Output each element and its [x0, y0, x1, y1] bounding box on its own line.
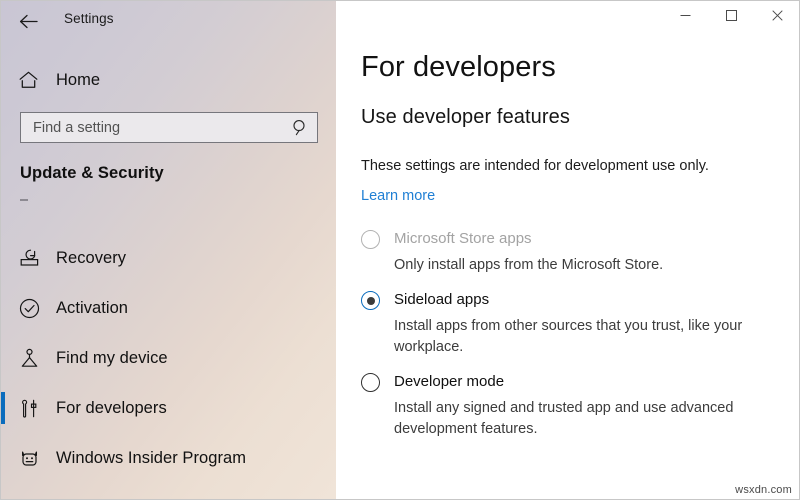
option-row[interactable]: Developer mode	[361, 372, 786, 392]
option-sideload-apps: Sideload apps Install apps from other so…	[361, 290, 786, 358]
selection-accent-bar	[1, 392, 5, 424]
selection-accent-bar	[1, 292, 5, 324]
search-icon[interactable]	[285, 119, 315, 136]
sidebar-truncated-item-dash	[20, 199, 28, 201]
back-button[interactable]	[11, 5, 45, 37]
sidebar: Settings Home Update & Security	[1, 1, 336, 499]
sidebar-item-home[interactable]: Home	[1, 63, 336, 97]
option-row[interactable]: Microsoft Store apps	[361, 229, 786, 249]
option-label: Sideload apps	[394, 291, 490, 308]
close-icon	[771, 8, 783, 26]
sidebar-item-label: Find my device	[56, 348, 168, 367]
radio-microsoft-store-apps[interactable]	[361, 230, 380, 249]
selection-accent-bar	[1, 242, 5, 274]
sidebar-item-label: Recovery	[56, 248, 127, 267]
sidebar-item-label: For developers	[56, 398, 167, 417]
sidebar-item-for-developers[interactable]: For developers	[1, 383, 336, 433]
option-description: Only install apps from the Microsoft Sto…	[394, 257, 664, 273]
sidebar-item-find-my-device[interactable]: Find my device	[1, 333, 336, 383]
sidebar-item-home-label: Home	[56, 70, 101, 89]
sidebar-section-header: Update & Security	[20, 164, 164, 182]
ninjacat-icon	[14, 448, 44, 468]
maximize-button[interactable]	[708, 1, 754, 33]
radio-developer-mode[interactable]	[361, 373, 380, 392]
option-label: Developer mode	[394, 373, 505, 390]
back-arrow-icon	[19, 14, 38, 29]
section-subheading: Use developer features	[361, 106, 570, 128]
check-circle-icon	[14, 298, 44, 319]
option-label: Microsoft Store apps	[394, 230, 532, 247]
search-box[interactable]	[20, 112, 318, 143]
main-content: For developers Use developer features Th…	[336, 1, 799, 499]
close-button[interactable]	[754, 1, 799, 33]
page-title: For developers	[361, 51, 556, 83]
sidebar-item-activation[interactable]: Activation	[1, 283, 336, 333]
window-controls	[662, 1, 799, 33]
sidebar-item-label: Windows Insider Program	[56, 448, 247, 467]
selection-accent-bar	[1, 442, 5, 474]
radio-sideload-apps[interactable]	[361, 291, 380, 310]
selection-accent-bar	[1, 342, 5, 374]
sidebar-item-label: Activation	[56, 298, 129, 317]
learn-more-link[interactable]: Learn more	[361, 188, 435, 204]
developer-tools-icon	[14, 398, 44, 419]
sidebar-item-recovery[interactable]: Recovery	[1, 233, 336, 283]
minimize-icon	[680, 8, 691, 26]
home-icon	[15, 71, 41, 89]
settings-window: Settings Home Update & Security	[0, 0, 800, 500]
option-microsoft-store-apps: Microsoft Store apps Only install apps f…	[361, 229, 786, 276]
sidebar-item-windows-insider-program[interactable]: Windows Insider Program	[1, 433, 336, 483]
maximize-icon	[725, 8, 737, 26]
developer-features-radio-group: Microsoft Store apps Only install apps f…	[361, 229, 786, 454]
recovery-icon	[14, 248, 44, 268]
app-title: Settings	[64, 11, 114, 26]
minimize-button[interactable]	[662, 1, 708, 33]
section-description: These settings are intended for developm…	[361, 158, 709, 174]
option-row[interactable]: Sideload apps	[361, 290, 786, 310]
search-input[interactable]	[21, 119, 285, 136]
location-pin-icon	[14, 348, 44, 369]
option-description: Install apps from other sources that you…	[394, 318, 743, 355]
option-developer-mode: Developer mode Install any signed and tr…	[361, 372, 786, 440]
option-description: Install any signed and trusted app and u…	[394, 400, 734, 437]
watermark: wsxdn.com	[735, 484, 792, 496]
sidebar-nav-list: Recovery Activation Find my device For d…	[1, 233, 336, 483]
sidebar-titlebar: Settings	[1, 1, 336, 41]
